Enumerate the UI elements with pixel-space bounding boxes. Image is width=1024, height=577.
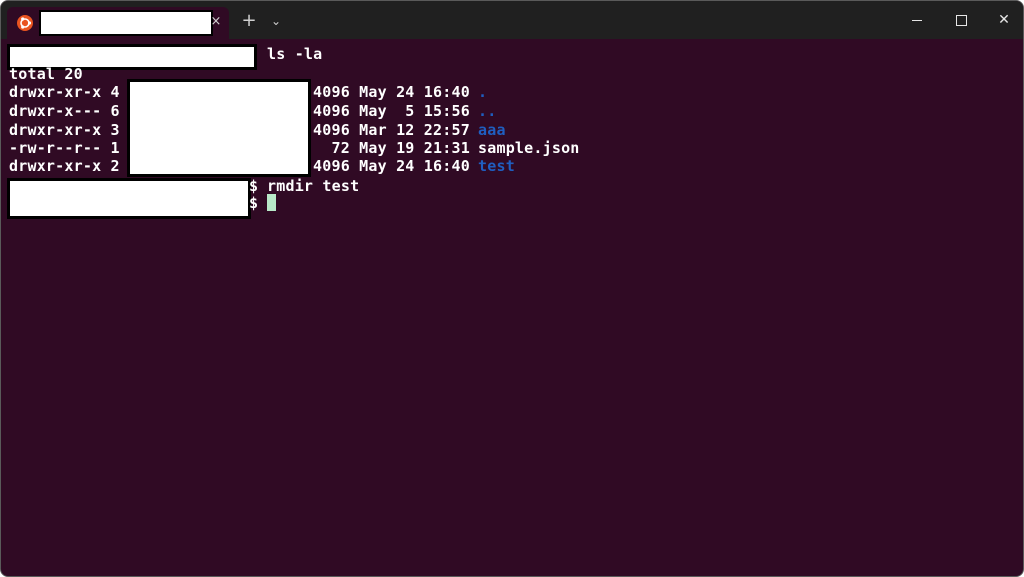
owner-group-redacted — [127, 79, 311, 177]
text-cursor — [267, 194, 276, 211]
prompt-symbol-2: $ — [249, 194, 259, 212]
size-date-2: 4096 May 5 15:56 — [313, 102, 470, 120]
size-date-4: 72 May 19 21:31 — [313, 139, 470, 157]
perms-5: drwxr-xr-x 2 — [9, 157, 120, 175]
entry-name-1: . — [478, 83, 488, 101]
close-button[interactable]: ✕ — [986, 7, 1022, 33]
entry-name-3: aaa — [478, 121, 506, 139]
terminal-tab[interactable]: × — [7, 7, 229, 39]
command-ls: ls -la — [267, 45, 323, 63]
maximize-icon — [956, 15, 967, 26]
command-rmdir: rmdir test — [267, 177, 360, 195]
entry-name-5: test — [478, 157, 515, 175]
minimize-icon — [912, 20, 922, 21]
terminal-output[interactable]: ls -la total 20 drwxr-xr-x 4 4096 May 24… — [1, 39, 1023, 576]
prompt-symbol-1: $ — [249, 177, 259, 195]
perms-3: drwxr-xr-x 3 — [9, 121, 120, 139]
tab-title-redacted — [39, 10, 213, 36]
tab-close-icon[interactable]: × — [209, 13, 223, 31]
ubuntu-icon — [17, 15, 33, 31]
perms-2: drwxr-x--- 6 — [9, 102, 120, 120]
title-bar[interactable]: × + ⌄ ✕ — [1, 1, 1023, 39]
minimize-button[interactable] — [899, 7, 935, 33]
perms-1: drwxr-xr-x 4 — [9, 83, 120, 101]
tab-dropdown-button[interactable]: ⌄ — [267, 11, 285, 31]
prompt-redacted-2 — [7, 178, 251, 219]
perms-4: -rw-r--r-- 1 — [9, 139, 120, 157]
total-line: total 20 — [9, 65, 83, 83]
terminal-window: × + ⌄ ✕ ls -la total 20 drwxr-xr-x 4 409… — [0, 0, 1024, 577]
new-tab-button[interactable]: + — [239, 11, 259, 31]
maximize-button[interactable] — [943, 7, 979, 33]
size-date-3: 4096 Mar 12 22:57 — [313, 121, 470, 139]
size-date-1: 4096 May 24 16:40 — [313, 83, 470, 101]
size-date-5: 4096 May 24 16:40 — [313, 157, 470, 175]
entry-name-4: sample.json — [478, 139, 580, 157]
entry-name-2: .. — [478, 102, 497, 120]
